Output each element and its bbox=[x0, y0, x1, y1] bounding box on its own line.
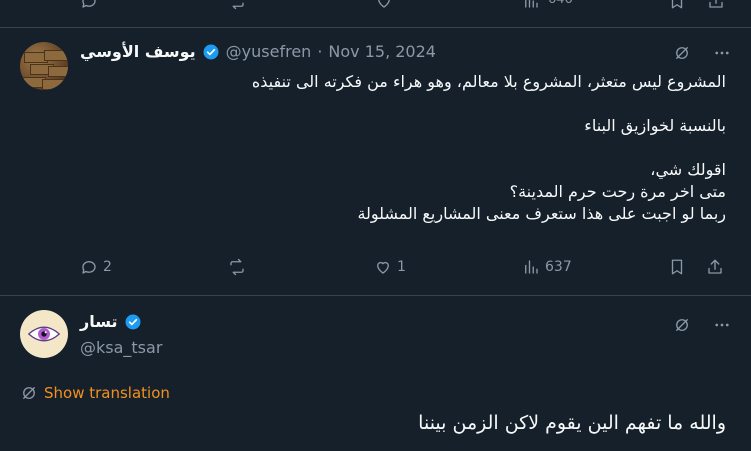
like-icon[interactable] bbox=[375, 0, 393, 10]
share-button[interactable] bbox=[706, 258, 724, 276]
tweet-divider bbox=[0, 27, 751, 28]
more-icon[interactable] bbox=[713, 44, 731, 62]
translate-icon bbox=[20, 384, 38, 402]
avatar[interactable] bbox=[20, 42, 68, 90]
show-translation-button[interactable]: Show translation bbox=[20, 384, 170, 402]
like-icon bbox=[374, 258, 392, 276]
bookmark-icon[interactable] bbox=[668, 0, 686, 10]
reply-count: 2 bbox=[103, 259, 112, 275]
more-icon[interactable] bbox=[713, 316, 731, 334]
author-name[interactable]: يوسف الأوسي bbox=[80, 42, 196, 61]
tweet-top-icons bbox=[673, 44, 731, 62]
tweet-top-icons bbox=[673, 316, 731, 334]
tweet-text: والله ما تفهم الين يقوم لاكن الزمن بيننا bbox=[418, 412, 726, 434]
views-button[interactable]: 637 bbox=[522, 258, 572, 276]
previous-tweet-actions: 646 bbox=[0, 0, 751, 16]
avatar[interactable] bbox=[20, 310, 68, 358]
share-icon bbox=[706, 258, 724, 276]
tweet-header: تسار bbox=[80, 312, 142, 331]
tweet-header: يوسف الأوسي @yusefren · Nov 15, 2024 bbox=[80, 42, 436, 61]
retweet-button[interactable] bbox=[228, 258, 251, 276]
grok-icon[interactable] bbox=[673, 44, 691, 62]
tweet-line: ربما لو اجبت على هذا ستعرف معنى المشاريع… bbox=[357, 204, 726, 223]
author-name[interactable]: تسار bbox=[80, 312, 118, 331]
eye-emoji-icon bbox=[27, 323, 61, 345]
tweet-date[interactable]: Nov 15, 2024 bbox=[328, 42, 436, 61]
author-handle[interactable]: @yusefren bbox=[226, 42, 312, 61]
verified-badge-icon bbox=[124, 313, 142, 331]
grok-icon[interactable] bbox=[673, 316, 691, 334]
tweet-divider bbox=[0, 295, 751, 296]
tweet-line: اقولك شي، bbox=[650, 160, 726, 179]
separator-dot: · bbox=[317, 42, 323, 61]
bookmark-icon bbox=[668, 258, 686, 276]
verified-badge-icon bbox=[202, 43, 220, 61]
views-icon bbox=[522, 258, 540, 276]
tweet-line: بالنسبة لخوازيق البناء bbox=[584, 116, 726, 135]
tweet-actions: 2 1 637 bbox=[80, 258, 730, 282]
views-count: 637 bbox=[545, 259, 572, 275]
retweet-icon[interactable] bbox=[228, 0, 246, 10]
tweet-line: المشروع ليس متعثر، المشروع بلا معالم، وه… bbox=[251, 72, 726, 91]
reply-button[interactable]: 2 bbox=[80, 258, 112, 276]
like-count: 1 bbox=[397, 259, 406, 275]
reply-icon[interactable] bbox=[80, 0, 98, 10]
like-button[interactable]: 1 bbox=[374, 258, 406, 276]
views-icon[interactable] bbox=[522, 0, 540, 10]
retweet-icon bbox=[228, 258, 246, 276]
tweet-line: متى اخر مرة رحت حرم المدينة؟ bbox=[509, 182, 726, 201]
share-icon[interactable] bbox=[707, 0, 725, 10]
author-handle[interactable]: @ksa_tsar bbox=[80, 338, 162, 357]
show-translation-label: Show translation bbox=[44, 384, 170, 402]
bookmark-button[interactable] bbox=[668, 258, 686, 276]
reply-icon bbox=[80, 258, 98, 276]
tweet-text: المشروع ليس متعثر، المشروع بلا معالم، وه… bbox=[86, 71, 726, 225]
previous-views-count: 646 bbox=[548, 0, 573, 7]
